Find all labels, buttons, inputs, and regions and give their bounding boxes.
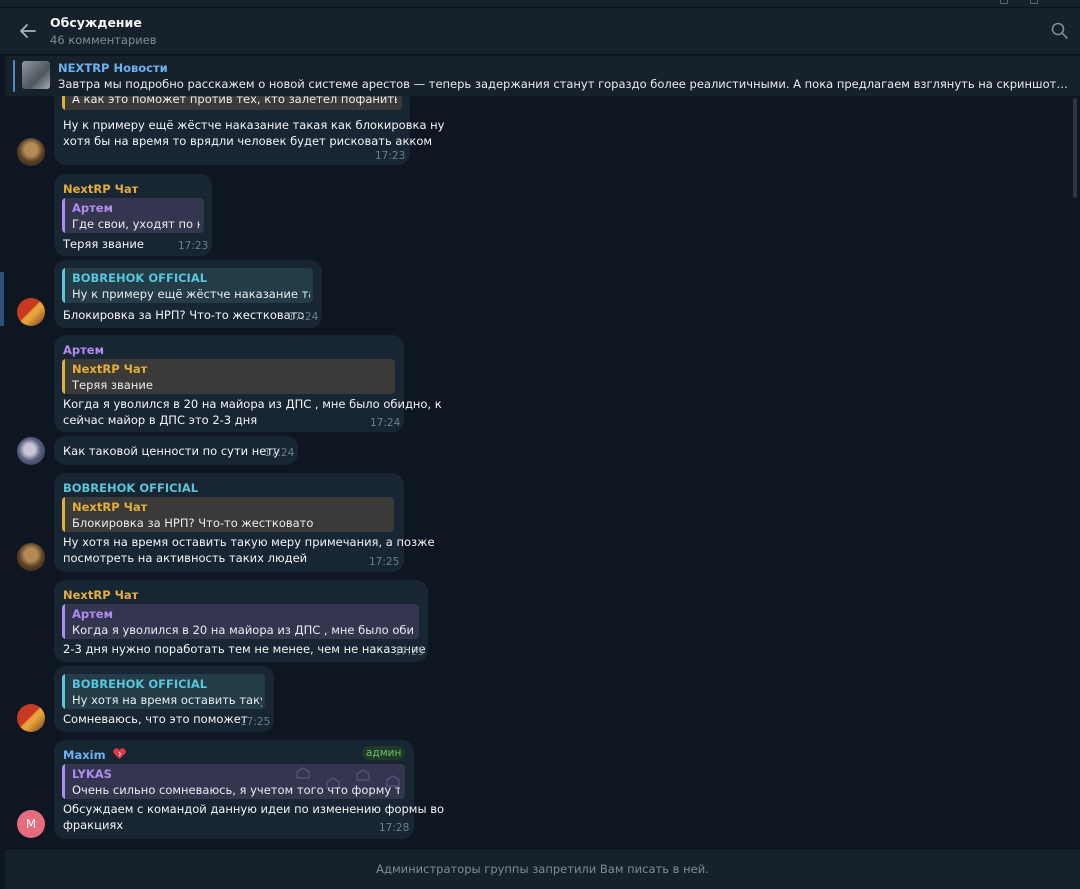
- message-bubble[interactable]: Артем NextRP Чат Теряя звание Когда я ув…: [54, 335, 442, 432]
- avatar[interactable]: [17, 138, 45, 166]
- message-text: Ну к примеру ещё жёстче наказание такая …: [63, 118, 445, 148]
- notice-text: Администраторы группы запретили Вам писа…: [376, 862, 709, 876]
- message-list: А как это поможет против тех, кто залете…: [0, 96, 1080, 848]
- message-time: 17:23: [178, 240, 209, 252]
- message-time: 17:25: [369, 556, 400, 568]
- avatar[interactable]: [17, 437, 45, 465]
- chat-title: Обсуждение: [50, 15, 142, 30]
- window-title-strip: [0, 0, 1080, 8]
- reply-quote[interactable]: LYKAS Очень сильно сомневаюсь, я учетом …: [62, 764, 405, 799]
- reply-author: BOBREHOK OFFICIAL: [72, 271, 208, 285]
- minimize-icon[interactable]: [1000, 0, 1008, 4]
- chat-header: Обсуждение 46 комментариев: [0, 8, 1080, 55]
- pinned-thumbnail: [22, 61, 50, 89]
- reply-text: Ну хотя на время оставить таку...: [72, 693, 262, 707]
- pinned-message[interactable]: NEXTRP Новости Завтра мы подробно расска…: [5, 56, 1080, 96]
- message-text: 2-3 дня нужно поработать тем не менее, ч…: [63, 642, 426, 656]
- message-time: 17:28: [379, 822, 410, 834]
- message-time: 17:23: [375, 150, 406, 162]
- reply-author: BOBREHOK OFFICIAL: [72, 677, 208, 691]
- message-time: 17:24: [288, 311, 319, 323]
- reply-quote[interactable]: BOBREHOK OFFICIAL Ну хотя на время остав…: [62, 674, 265, 709]
- message-text: Теряя звание: [63, 237, 144, 251]
- reply-quote[interactable]: А как это поможет против тех, кто залете…: [62, 96, 402, 110]
- message-bubble[interactable]: BOBREHOK OFFICIAL Ну к примеру ещё жёстч…: [54, 260, 322, 328]
- reply-text: А как это поможет против тех, кто залете…: [72, 96, 397, 106]
- reply-text: Блокировка за НРП? Что-то жестковато: [72, 516, 314, 530]
- message-bubble[interactable]: BOBREHOK OFFICIAL Ну хотя на время остав…: [54, 666, 274, 732]
- reply-quote[interactable]: NextRP Чат Блокировка за НРП? Что-то жес…: [62, 497, 394, 532]
- back-arrow-icon[interactable]: [17, 20, 39, 42]
- message-text: Как таковой ценности по сути нету: [63, 444, 280, 458]
- reply-author: LYKAS: [72, 767, 112, 781]
- reply-quote[interactable]: Артем Когда я уволился в 20 на майора из…: [62, 604, 419, 639]
- heart-icon: [112, 748, 126, 759]
- admin-badge: админ: [362, 746, 406, 760]
- pinned-title: NEXTRP Новости: [58, 61, 168, 75]
- message-bubble[interactable]: Как таковой ценности по сути нету 17:24: [54, 436, 298, 465]
- search-icon[interactable]: [1050, 21, 1070, 41]
- message-bubble[interactable]: BOBREHOK OFFICIAL NextRP Чат Блокировка …: [54, 473, 435, 572]
- reply-text: Когда я уволился в 20 на майора из ДПС ,…: [72, 623, 414, 637]
- reply-text: Теряя звание: [72, 378, 153, 392]
- reply-quote[interactable]: BOBREHOK OFFICIAL Ну к примеру ещё жёстч…: [62, 268, 313, 303]
- reply-author: Артем: [72, 201, 113, 215]
- comment-count: 46 комментариев: [50, 33, 157, 47]
- avatar[interactable]: [17, 543, 45, 571]
- message-author[interactable]: NextRP Чат: [63, 588, 138, 602]
- reply-text: Ну к примеру ещё жёстче наказание така..…: [72, 287, 310, 301]
- message-time: 17:24: [370, 417, 401, 429]
- reply-text: Где свои, уходят по н...: [72, 217, 200, 231]
- message-author[interactable]: NextRP Чат: [63, 182, 138, 196]
- message-author[interactable]: BOBREHOK OFFICIAL: [63, 481, 198, 495]
- message-author[interactable]: Артем: [63, 343, 104, 357]
- avatar[interactable]: [17, 298, 45, 326]
- maximize-icon[interactable]: [1030, 0, 1038, 4]
- composer-disabled-notice: Администраторы группы запретили Вам писа…: [5, 848, 1080, 889]
- pinned-text: Завтра мы подробно расскажем о новой сис…: [58, 77, 1073, 91]
- reply-author: NextRP Чат: [72, 500, 148, 514]
- message-bubble[interactable]: А как это поможет против тех, кто залете…: [54, 96, 444, 165]
- message-time: 17:25: [240, 716, 271, 728]
- avatar[interactable]: M: [17, 810, 45, 838]
- reply-author: NextRP Чат: [72, 362, 148, 376]
- message-time: 17:24: [264, 447, 295, 459]
- message-text: Блокировка за НРП? Что-то жестковато: [63, 308, 305, 322]
- message-time: 17:25: [394, 646, 425, 658]
- pinned-accent-bar: [13, 60, 15, 92]
- reply-quote[interactable]: NextRP Чат Теряя звание: [62, 359, 395, 394]
- message-bubble[interactable]: NextRP Чат Артем Где свои, уходят по н..…: [54, 174, 212, 256]
- reply-author: Артем: [72, 607, 113, 621]
- message-bubble[interactable]: NextRP Чат Артем Когда я уволился в 20 н…: [54, 580, 428, 662]
- reply-text: Очень сильно сомневаюсь, я учетом того ч…: [72, 783, 400, 797]
- message-bubble[interactable]: Maxim админ LYKAS Очень сильно сомневаюс…: [54, 740, 444, 839]
- message-text: Сомневаюсь, что это поможет: [63, 712, 248, 726]
- avatar[interactable]: [17, 704, 45, 732]
- reply-quote[interactable]: Артем Где свои, уходят по н...: [62, 198, 204, 233]
- message-author[interactable]: Maxim: [63, 748, 127, 762]
